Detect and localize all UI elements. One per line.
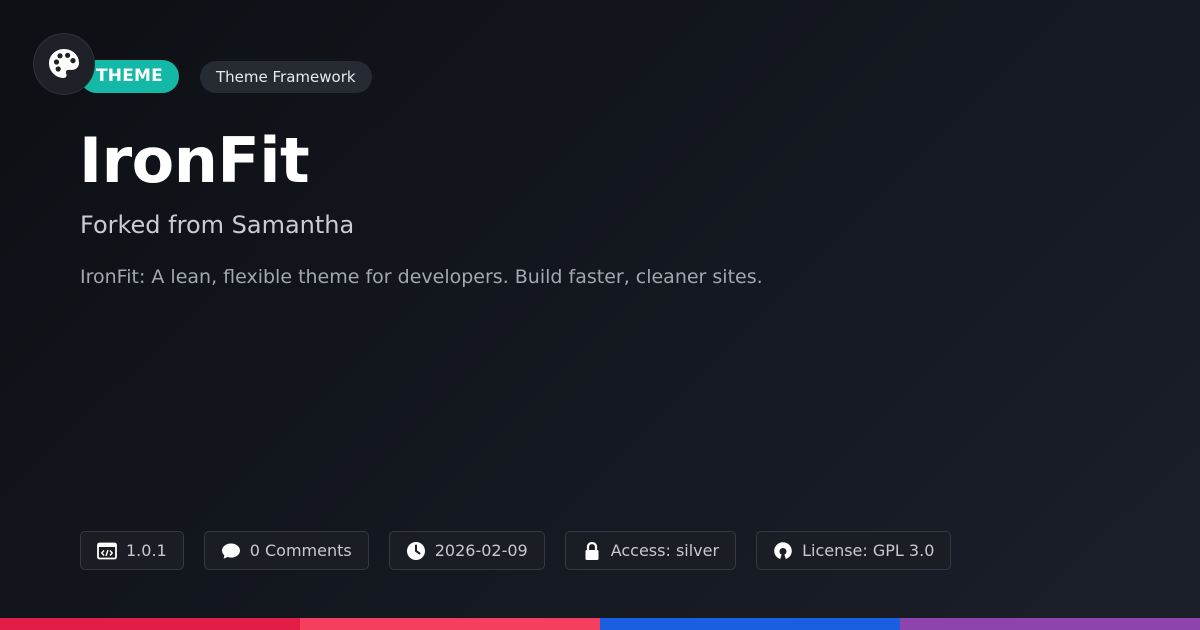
logo-avatar [33, 33, 95, 95]
open-source-icon [773, 541, 793, 561]
license-label: License: GPL 3.0 [802, 541, 935, 560]
palette-icon [49, 49, 79, 78]
comments-chip[interactable]: 0 Comments [203, 531, 369, 570]
bar-segment-blue [600, 618, 900, 630]
page-title: IronFit [79, 124, 310, 197]
comments-label: 0 Comments [249, 541, 352, 560]
category-badge[interactable]: Theme Framework [200, 61, 372, 93]
lock-icon [582, 541, 602, 561]
theme-description: IronFit: A lean, flexible theme for deve… [80, 266, 763, 288]
bottom-accent-bar [0, 618, 1200, 630]
version-chip: 1.0.1 [80, 531, 184, 570]
date-label: 2026-02-09 [434, 541, 528, 560]
speech-bubble-icon [221, 541, 241, 561]
bar-segment-crimson [0, 618, 300, 630]
bar-segment-rose [300, 618, 600, 630]
date-chip: 2026-02-09 [388, 531, 545, 570]
license-chip: License: GPL 3.0 [756, 531, 952, 570]
bar-segment-purple [900, 618, 1200, 630]
meta-row: 1.0.1 0 Comments 2026-02-09 Access: silv… [80, 531, 952, 570]
version-label: 1.0.1 [126, 541, 167, 560]
code-window-icon [97, 541, 117, 561]
access-label: Access: silver [610, 541, 720, 560]
clock-icon [406, 541, 426, 561]
access-chip: Access: silver [564, 531, 737, 570]
forked-from-subtitle: Forked from Samantha [80, 211, 355, 239]
